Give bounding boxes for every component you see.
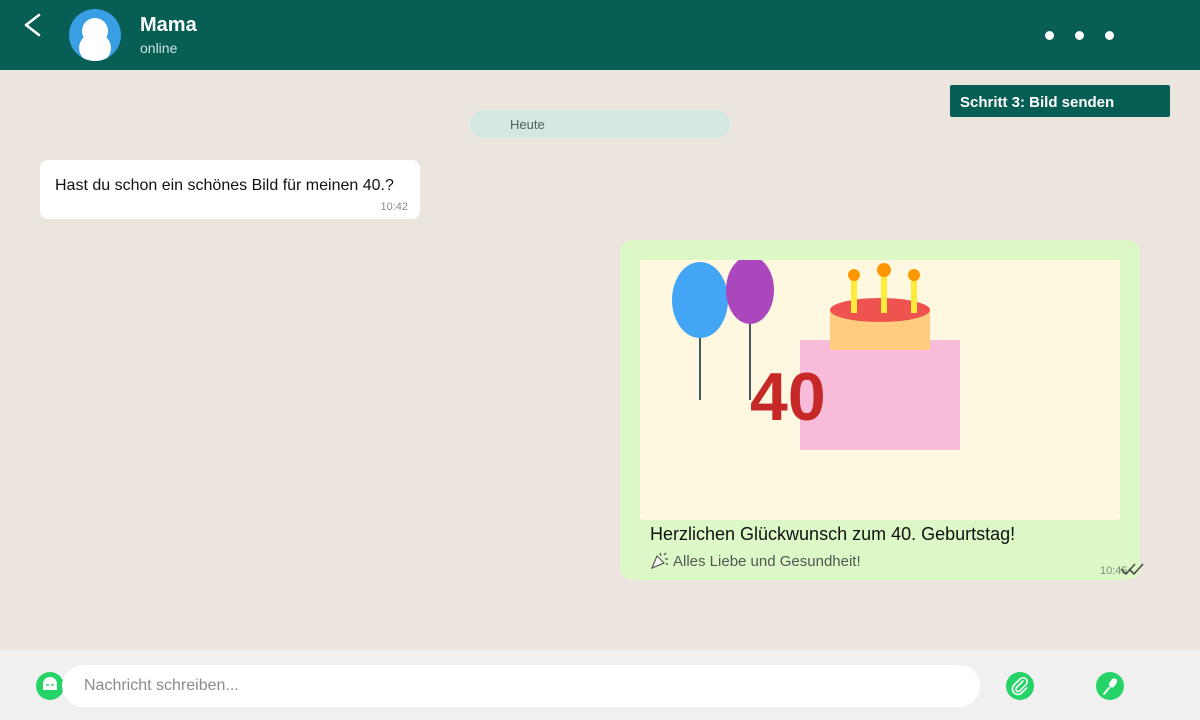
subcaption-text: Alles Liebe und Gesundheit! — [673, 553, 861, 570]
balloon-purple — [726, 260, 774, 324]
message-text: Hast du schon ein schönes Bild für meine… — [55, 177, 394, 194]
candle — [881, 271, 887, 313]
step-instruction-badge: Schritt 3: Bild senden — [950, 85, 1170, 117]
message-composer — [0, 650, 1200, 720]
candle-flame — [908, 269, 920, 281]
more-dots-icon — [1075, 31, 1084, 40]
attach-button[interactable] — [1006, 672, 1034, 700]
outgoing-image-message-bubble[interactable]: 40 Herzlichen Glückwunsch zum 40. Geburt… — [620, 240, 1144, 580]
candle — [851, 277, 857, 313]
age-number: 40 — [750, 359, 826, 435]
emoji-icon — [43, 677, 57, 690]
message-input[interactable] — [62, 665, 980, 707]
party-popper-icon — [650, 552, 668, 569]
user-silhouette-icon — [79, 18, 111, 61]
chevron-left-icon — [24, 13, 41, 37]
contact-name[interactable]: Mama — [140, 14, 197, 37]
contact-status: online — [140, 40, 178, 56]
double-check-icon — [1120, 563, 1144, 576]
more-dots-icon — [1045, 31, 1054, 40]
birthday-image[interactable]: 40 — [640, 260, 1120, 520]
voice-message-button[interactable] — [1096, 672, 1124, 700]
paperclip-icon — [1011, 676, 1028, 696]
candle-flame — [848, 269, 860, 281]
candle-flame — [877, 263, 891, 277]
image-caption: Herzlichen Glückwunsch zum 40. Geburtsta… — [650, 524, 1016, 544]
more-dots-icon — [1105, 31, 1114, 40]
candle — [911, 277, 917, 313]
more-options-button[interactable] — [1040, 25, 1124, 45]
emoji-button[interactable] — [36, 672, 64, 700]
image-subcaption: Alles Liebe und Gesundheit! — [650, 551, 861, 570]
date-separator: Heute — [470, 110, 730, 138]
chat-header: Mama online — [0, 0, 1200, 70]
birthday-illustration: 40 — [672, 260, 960, 450]
avatar[interactable] — [69, 9, 121, 61]
incoming-message-bubble[interactable]: Hast du schon ein schönes Bild für meine… — [40, 160, 420, 219]
balloon-blue — [672, 262, 728, 338]
message-time: 10:42 — [380, 201, 408, 213]
microphone-icon — [1103, 678, 1118, 695]
back-button[interactable] — [18, 8, 48, 44]
